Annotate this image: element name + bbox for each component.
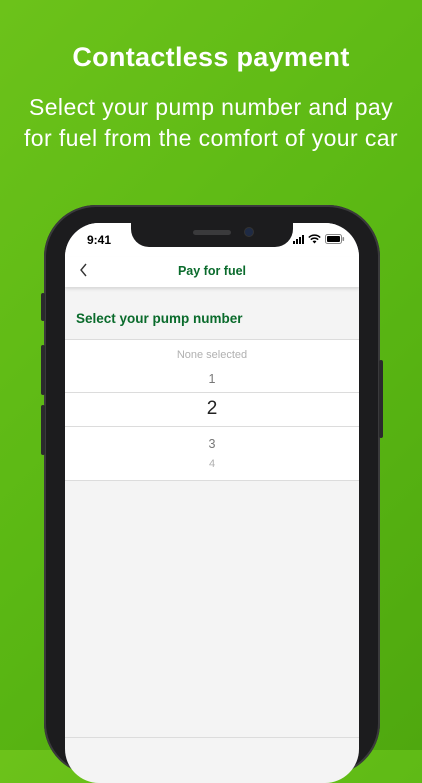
phone-screen: 9:41 Pay for fuel Select your pump numbe… (65, 223, 359, 783)
picker-option-3[interactable]: 3 (65, 437, 359, 451)
status-icons (293, 234, 345, 244)
picker-selection-bottom-line (65, 426, 359, 427)
picker-option-none[interactable]: None selected (65, 349, 359, 361)
section-title: Select your pump number (76, 311, 243, 326)
camera-icon (245, 228, 253, 236)
battery-icon (325, 234, 345, 244)
bottom-divider (65, 737, 359, 738)
phone-notch (131, 223, 293, 247)
promo-subline: Select your pump number and pay for fuel… (24, 94, 398, 151)
picker-option-4[interactable]: 4 (65, 458, 359, 470)
nav-bar: Pay for fuel (65, 257, 359, 287)
promo-headline: Contactless payment (72, 42, 350, 72)
status-time: 9:41 (87, 233, 112, 247)
wifi-icon (308, 234, 321, 244)
picker-option-selected[interactable]: 2 (65, 398, 359, 420)
speaker-grille (193, 230, 231, 235)
pump-picker[interactable]: None selected 1 2 3 4 (65, 339, 359, 481)
picker-selection-top-line (65, 392, 359, 393)
phone-side-button (379, 360, 383, 438)
phone-mute-switch (41, 293, 45, 321)
signal-icon (293, 234, 304, 244)
phone-volume-up (41, 345, 45, 395)
nav-title: Pay for fuel (177, 264, 247, 278)
phone-volume-down (41, 405, 45, 455)
phone-frame: 9:41 Pay for fuel Select your pump numbe… (41, 205, 383, 783)
picker-option-1[interactable]: 1 (65, 372, 359, 386)
